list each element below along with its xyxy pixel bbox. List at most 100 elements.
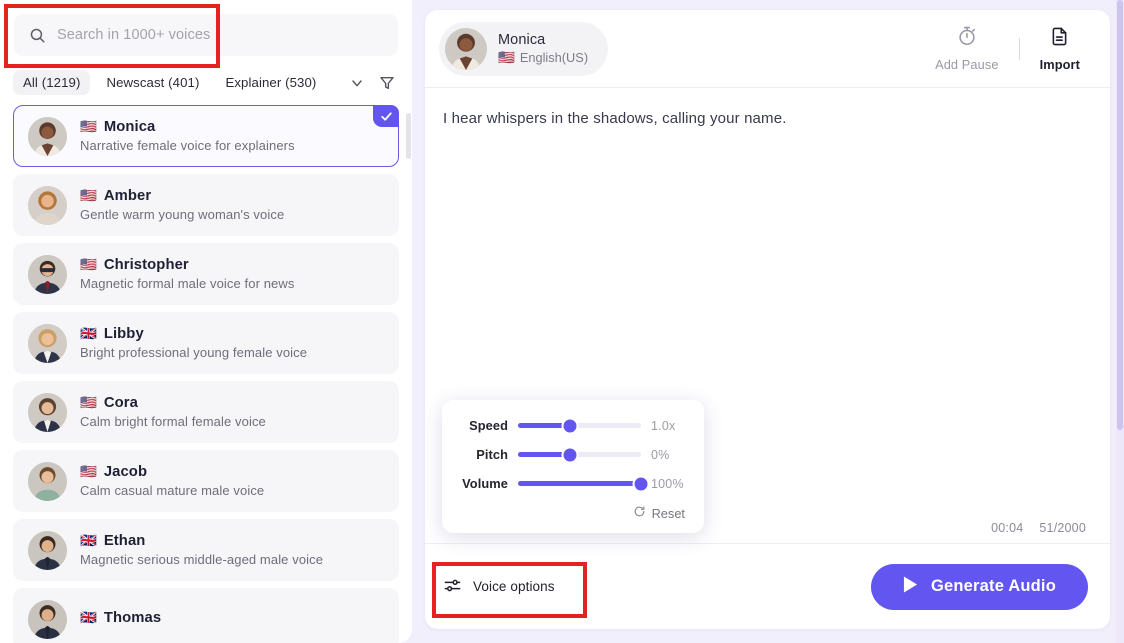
document-import-icon xyxy=(1049,26,1070,52)
voice-item-christopher[interactable]: 🇺🇸 Christopher Magnetic formal male voic… xyxy=(13,243,399,305)
selected-check-icon xyxy=(373,105,399,127)
speed-slider[interactable] xyxy=(518,419,641,432)
avatar xyxy=(28,185,67,225)
voice-item-monica[interactable]: 🇺🇸 Monica Narrative female voice for exp… xyxy=(13,105,399,167)
voice-options-popover: Speed 1.0x Pitch 0% Volume 100% Reset xyxy=(442,400,704,533)
stopwatch-icon xyxy=(956,25,978,52)
voice-chip-language: 🇺🇸 English(US) xyxy=(498,50,588,65)
voice-item-cora[interactable]: 🇺🇸 Cora Calm bright formal female voice xyxy=(13,381,399,443)
pitch-slider[interactable] xyxy=(518,448,641,461)
volume-slider-knob[interactable] xyxy=(634,477,648,490)
pitch-slider-row: Pitch 0% xyxy=(456,447,687,462)
filter-chip-explainer[interactable]: Explainer (530) xyxy=(215,70,326,95)
voice-name-row: 🇺🇸 Christopher xyxy=(80,257,294,273)
voice-chip-meta: Monica 🇺🇸 English(US) xyxy=(498,32,588,65)
voice-name-row: 🇺🇸 Cora xyxy=(80,395,266,411)
pitch-slider-fill xyxy=(518,452,570,457)
page-scrollbar[interactable] xyxy=(1116,0,1124,643)
voice-name: Ethan xyxy=(103,533,146,549)
voice-list[interactable]: 🇺🇸 Monica Narrative female voice for exp… xyxy=(0,105,412,643)
generate-audio-button[interactable]: Generate Audio xyxy=(870,563,1088,610)
voice-meta: 🇺🇸 Monica Narrative female voice for exp… xyxy=(80,119,295,153)
flag-icon: 🇬🇧 xyxy=(80,326,97,342)
voice-meta: 🇺🇸 Jacob Calm casual mature male voice xyxy=(80,464,264,498)
selected-voice-chip[interactable]: Monica 🇺🇸 English(US) xyxy=(439,21,609,76)
flag-icon: 🇬🇧 xyxy=(80,533,97,549)
voice-description: Narrative female voice for explainers xyxy=(80,138,295,153)
editor-footer: Voice options Generate Audio xyxy=(425,543,1110,629)
speed-slider-fill xyxy=(518,423,570,428)
toolbar-divider xyxy=(1018,37,1020,60)
flag-icon: 🇺🇸 xyxy=(498,49,515,65)
voice-item-amber[interactable]: 🇺🇸 Amber Gentle warm young woman's voice xyxy=(13,174,399,236)
pitch-value: 0% xyxy=(651,447,670,462)
sliders-settings-icon xyxy=(443,576,462,598)
reset-button[interactable]: Reset xyxy=(456,505,687,521)
speed-slider-knob[interactable] xyxy=(563,419,577,432)
voice-meta: 🇺🇸 Cora Calm bright formal female voice xyxy=(80,395,266,429)
speed-slider-row: Speed 1.0x xyxy=(456,418,687,433)
avatar xyxy=(28,461,67,501)
voice-name-row: 🇺🇸 Amber xyxy=(80,188,284,204)
voice-item-libby[interactable]: 🇬🇧 Libby Bright professional young femal… xyxy=(13,312,399,374)
add-pause-button[interactable]: Add Pause xyxy=(927,25,1007,72)
editor-header: Monica 🇺🇸 English(US) Add Pause Import xyxy=(425,10,1110,88)
voice-meta: 🇬🇧 Thomas xyxy=(80,610,161,629)
voice-name: Monica xyxy=(103,119,156,135)
voice-name-row: 🇺🇸 Monica xyxy=(80,119,295,135)
avatar xyxy=(28,254,67,294)
speed-value: 1.0x xyxy=(651,418,676,433)
voice-name-row: 🇬🇧 Libby xyxy=(80,326,307,342)
play-triangle-icon xyxy=(903,576,918,598)
speed-label: Speed xyxy=(469,418,508,433)
editor-panel: Monica 🇺🇸 English(US) Add Pause Import I… xyxy=(412,0,1124,643)
duration-label: 00:04 xyxy=(991,521,1024,535)
voice-name-row: 🇬🇧 Thomas xyxy=(80,610,161,626)
voice-item-ethan[interactable]: 🇬🇧 Ethan Magnetic serious middle-aged ma… xyxy=(13,519,399,581)
voice-name: Cora xyxy=(103,395,138,411)
voice-options-label: Voice options xyxy=(473,579,555,594)
voice-library-sidebar: All (1219) Newscast (401) Explainer (530… xyxy=(0,0,412,643)
filter-chip-newscast[interactable]: Newscast (401) xyxy=(96,70,209,95)
flag-icon: 🇺🇸 xyxy=(80,119,97,135)
chevron-down-icon[interactable] xyxy=(345,71,369,95)
search-box[interactable] xyxy=(14,14,398,56)
voice-description: Gentle warm young woman's voice xyxy=(80,207,285,222)
pitch-label: Pitch xyxy=(476,447,508,462)
voice-meta: 🇬🇧 Libby Bright professional young femal… xyxy=(80,326,307,360)
volume-slider-row: Volume 100% xyxy=(456,476,687,491)
character-count-label: 51/2000 xyxy=(1039,521,1086,535)
voice-description: Magnetic formal male voice for news xyxy=(80,276,295,291)
filter-chip-row: All (1219) Newscast (401) Explainer (530… xyxy=(0,56,412,105)
voice-description: Magnetic serious middle-aged male voice xyxy=(80,552,324,567)
voice-name: Christopher xyxy=(103,257,189,273)
avatar xyxy=(28,116,67,156)
avatar xyxy=(28,599,67,639)
avatar xyxy=(28,392,67,432)
search-input[interactable] xyxy=(57,27,383,43)
editor-text[interactable]: I hear whispers in the shadows, calling … xyxy=(443,108,1086,131)
voice-list-scrollbar[interactable] xyxy=(406,113,411,159)
avatar xyxy=(445,27,487,70)
volume-label: Volume xyxy=(462,476,508,491)
pitch-slider-knob[interactable] xyxy=(563,448,577,461)
page-scrollbar-thumb[interactable] xyxy=(1117,0,1123,430)
volume-value: 100% xyxy=(651,476,684,491)
volume-slider[interactable] xyxy=(518,477,648,490)
voice-item-jacob[interactable]: 🇺🇸 Jacob Calm casual mature male voice xyxy=(13,450,399,512)
filter-chip-all[interactable]: All (1219) xyxy=(13,70,91,95)
voice-options-button[interactable]: Voice options xyxy=(443,576,555,598)
reset-label: Reset xyxy=(651,505,685,521)
add-pause-label: Add Pause xyxy=(935,57,999,72)
voice-name: Amber xyxy=(103,188,152,204)
import-button[interactable]: Import xyxy=(1032,26,1088,72)
funnel-filter-icon[interactable] xyxy=(375,71,399,95)
flag-icon: 🇺🇸 xyxy=(80,257,97,273)
volume-slider-fill xyxy=(518,481,641,486)
voice-item-thomas[interactable]: 🇬🇧 Thomas xyxy=(13,588,399,643)
voice-name: Thomas xyxy=(103,609,162,626)
language-label: English(US) xyxy=(519,50,589,65)
flag-icon: 🇺🇸 xyxy=(80,188,97,204)
voice-description: Bright professional young female voice xyxy=(80,345,308,360)
editor-card: Monica 🇺🇸 English(US) Add Pause Import I… xyxy=(425,10,1110,629)
